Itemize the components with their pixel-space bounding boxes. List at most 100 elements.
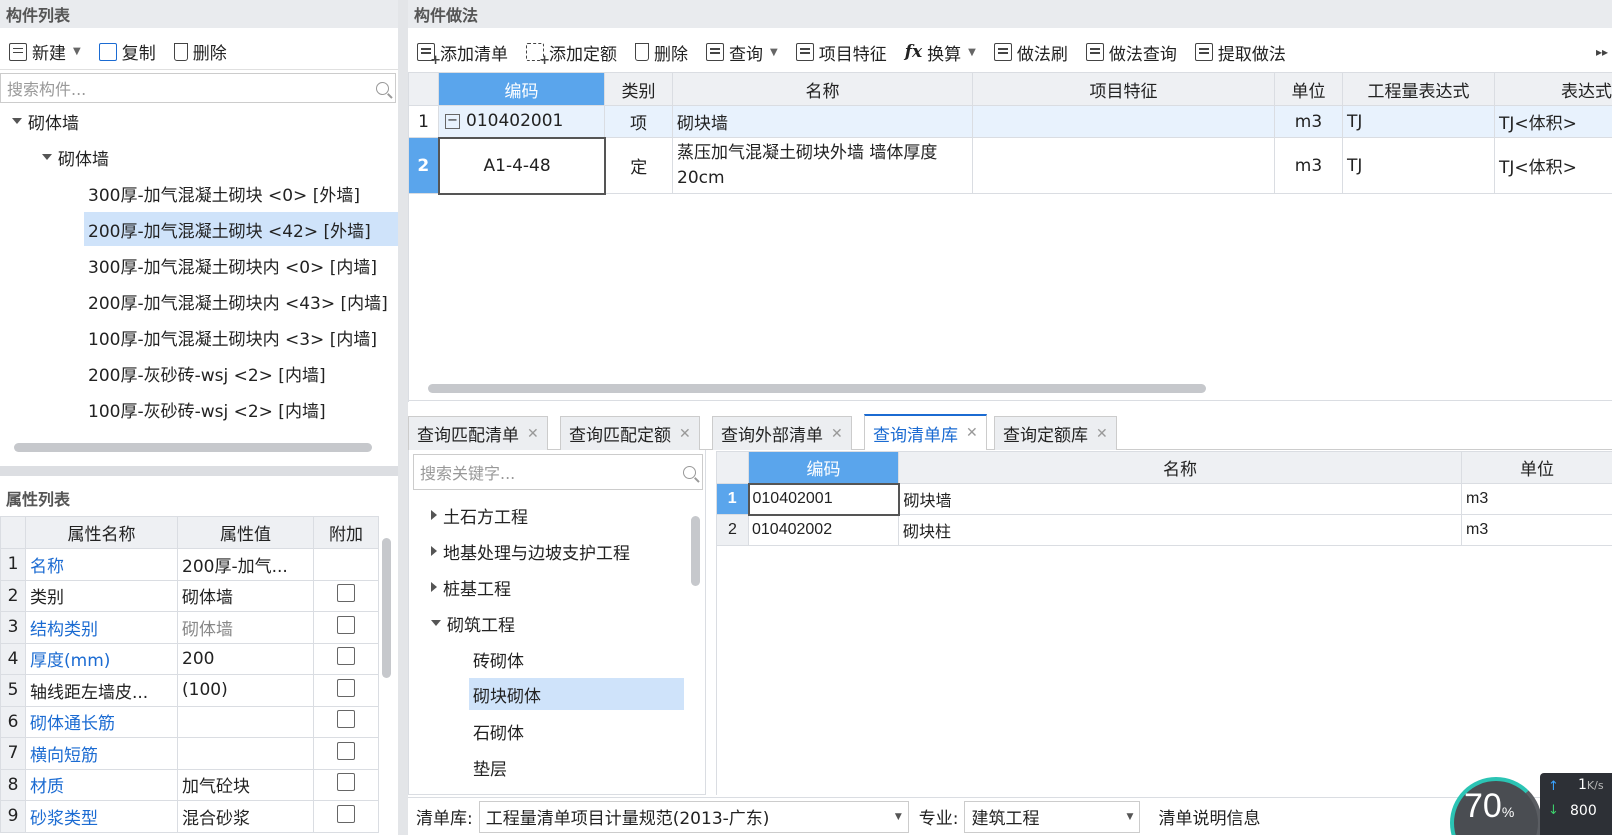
type-cell[interactable]: 项 bbox=[604, 105, 673, 138]
tree-leaf[interactable]: 100厚-加气混凝土砌块内 <3> [内墙] bbox=[84, 320, 381, 354]
delete-method-button[interactable]: 删除 bbox=[626, 34, 697, 70]
component-search-input[interactable]: 搜索构件... bbox=[0, 73, 396, 103]
code-cell[interactable]: A1-4-48 bbox=[437, 136, 606, 195]
lib-unit-cell[interactable]: m3 bbox=[1461, 514, 1612, 546]
extra-checkbox[interactable] bbox=[337, 804, 355, 823]
lib-name-header[interactable]: 名称 bbox=[898, 451, 1462, 484]
tab-match-quota[interactable]: 查询匹配定额 ✕ bbox=[560, 416, 700, 450]
lib-tree-leaf[interactable]: 垫层 bbox=[469, 750, 511, 784]
collapse-icon[interactable]: − bbox=[445, 113, 460, 129]
property-row[interactable]: 8 材质 加气砼块 bbox=[0, 768, 379, 801]
code-header[interactable]: 编码 bbox=[438, 72, 605, 106]
library-vertical-scrollbar[interactable] bbox=[691, 516, 700, 586]
name-cell[interactable]: 砌块墙 bbox=[672, 105, 973, 138]
extra-checkbox[interactable] bbox=[337, 647, 355, 666]
expand-icon[interactable] bbox=[431, 546, 437, 556]
library-row[interactable]: 2 010402002 砌块柱 m3 bbox=[716, 514, 1612, 546]
collapse-icon[interactable] bbox=[12, 118, 22, 124]
collapse-icon[interactable] bbox=[431, 620, 441, 626]
method-brush-button[interactable]: 做法刷 bbox=[985, 34, 1077, 70]
tree-leaf[interactable]: 200厚-灰砂砖-wsj <2> [内墙] bbox=[84, 356, 330, 390]
tree-horizontal-scrollbar[interactable] bbox=[14, 443, 372, 452]
extra-checkbox[interactable] bbox=[337, 773, 355, 792]
expression-desc-cell[interactable]: TJ<体积> bbox=[1494, 137, 1612, 194]
unit-header[interactable]: 单位 bbox=[1274, 72, 1343, 106]
tree-leaf[interactable]: 200厚-加气混凝土砌块内 <43> [内墙] bbox=[84, 284, 392, 318]
property-row[interactable]: 9 砂浆类型 混合砂浆 bbox=[0, 800, 379, 833]
property-row[interactable]: 5 轴线距左墙皮... (100) bbox=[0, 674, 379, 707]
unit-cell[interactable]: m3 bbox=[1274, 105, 1343, 138]
tree-leaf[interactable]: 300厚-加气混凝土砌块内 <0> [内墙] bbox=[84, 248, 381, 282]
close-icon[interactable]: ✕ bbox=[679, 426, 691, 442]
unit-cell[interactable]: m3 bbox=[1274, 137, 1343, 194]
lib-code-cell[interactable]: 010402002 bbox=[748, 514, 899, 546]
lib-tree-node[interactable]: 桩基工程 bbox=[431, 570, 511, 604]
collapse-icon[interactable] bbox=[42, 154, 52, 160]
extract-method-button[interactable]: 提取做法 bbox=[1186, 34, 1295, 70]
property-row[interactable]: 6 砌体通长筋 bbox=[0, 705, 379, 738]
list-info-link[interactable]: 清单说明信息 bbox=[1158, 804, 1260, 829]
expand-icon[interactable] bbox=[431, 510, 437, 520]
search-icon[interactable] bbox=[376, 81, 389, 95]
code-cell[interactable]: −010402001 bbox=[438, 105, 605, 138]
property-value[interactable]: 砌体墙 bbox=[177, 579, 314, 612]
tree-leaf[interactable]: 300厚-加气混凝土砌块 <0> [外墙] bbox=[84, 176, 364, 210]
lib-code-header[interactable]: 编码 bbox=[748, 451, 899, 484]
name-header[interactable]: 名称 bbox=[672, 72, 973, 106]
chevron-down-icon[interactable]: ▼ bbox=[770, 47, 778, 58]
tab-external-list[interactable]: 查询外部清单 ✕ bbox=[712, 416, 852, 450]
type-header[interactable]: 类别 bbox=[604, 72, 673, 106]
expression-desc-header[interactable]: 表达式 bbox=[1494, 72, 1612, 106]
delete-button[interactable]: 删除 bbox=[165, 34, 236, 69]
type-cell[interactable]: 定 bbox=[604, 137, 673, 194]
chevron-down-icon[interactable]: ▼ bbox=[1127, 812, 1134, 822]
library-row-selected[interactable]: 1 010402001 砌块墙 m3 bbox=[716, 482, 1612, 516]
extra-checkbox[interactable] bbox=[337, 710, 355, 729]
property-value[interactable] bbox=[177, 737, 314, 770]
close-icon[interactable]: ✕ bbox=[1096, 426, 1108, 442]
property-row[interactable]: 3 结构类别 砌体墙 bbox=[0, 611, 379, 644]
property-row[interactable]: 1 名称 200厚-加气... bbox=[0, 548, 379, 581]
property-vertical-scrollbar[interactable] bbox=[382, 538, 391, 678]
tab-match-list[interactable]: 查询匹配清单 ✕ bbox=[408, 416, 548, 450]
chevron-down-icon[interactable]: ▼ bbox=[73, 46, 81, 57]
item-feature-button[interactable]: 项目特征 bbox=[787, 34, 896, 70]
library-select[interactable]: 工程量清单项目计量规范(2013-广东) ▼ bbox=[478, 800, 909, 833]
new-button[interactable]: 新建 ▼ bbox=[0, 34, 90, 69]
feature-cell[interactable] bbox=[972, 105, 1275, 138]
extra-checkbox[interactable] bbox=[337, 615, 355, 634]
tree-leaf[interactable]: 100厚-灰砂砖-wsj <2> [内墙] bbox=[84, 392, 330, 426]
name-cell[interactable]: 蒸压加气混凝土砌块外墙 墙体厚度 20cm bbox=[672, 137, 973, 194]
property-value[interactable]: (100) bbox=[177, 674, 314, 707]
lib-name-cell[interactable]: 砌块墙 bbox=[898, 483, 1462, 515]
lib-tree-leaf[interactable]: 砖砌体 bbox=[469, 642, 528, 676]
property-value[interactable]: 200厚-加气... bbox=[177, 548, 314, 581]
add-quota-button[interactable]: 添加定额 bbox=[517, 34, 626, 70]
tab-quota-library[interactable]: 查询定额库 ✕ bbox=[994, 416, 1117, 450]
close-icon[interactable]: ✕ bbox=[527, 426, 539, 442]
expand-icon[interactable] bbox=[431, 582, 437, 592]
vertical-splitter[interactable] bbox=[398, 0, 408, 835]
lib-unit-header[interactable]: 单位 bbox=[1461, 451, 1612, 484]
property-value[interactable]: 200 bbox=[177, 642, 314, 675]
expression-header[interactable]: 工程量表达式 bbox=[1342, 72, 1495, 106]
lib-tree-node[interactable]: 地基处理与边坡支护工程 bbox=[431, 534, 630, 568]
lib-code-cell[interactable]: 010402001 bbox=[747, 482, 900, 516]
method-row-selected[interactable]: 2 A1-4-48 定 蒸压加气混凝土砌块外墙 墙体厚度 20cm m3 TJ T… bbox=[408, 136, 1612, 195]
tree-node-root[interactable]: 砌体墙 bbox=[12, 104, 79, 138]
expression-cell[interactable]: TJ bbox=[1342, 137, 1495, 194]
tab-list-library[interactable]: 查询清单库 ✕ bbox=[864, 414, 987, 450]
more-icon[interactable]: ▸▸ bbox=[1596, 45, 1612, 59]
extra-checkbox[interactable] bbox=[337, 678, 355, 697]
lib-tree-node[interactable]: 土石方工程 bbox=[431, 498, 528, 532]
method-query-button[interactable]: 做法查询 bbox=[1077, 34, 1186, 70]
query-button[interactable]: 查询 ▼ bbox=[697, 34, 787, 70]
network-monitor-widget[interactable]: 70% ↑ 1K/s ↓ 800 bbox=[1450, 773, 1612, 835]
convert-button[interactable]: fx 换算 ▼ bbox=[896, 34, 985, 70]
method-horizontal-scrollbar[interactable] bbox=[428, 384, 1206, 393]
property-row[interactable]: 7 横向短筋 bbox=[0, 737, 379, 770]
lib-tree-leaf-selected[interactable]: 砌块砌体 bbox=[469, 678, 684, 710]
feature-cell[interactable] bbox=[972, 137, 1275, 194]
expression-cell[interactable]: TJ bbox=[1342, 105, 1495, 138]
search-icon[interactable] bbox=[683, 465, 696, 479]
